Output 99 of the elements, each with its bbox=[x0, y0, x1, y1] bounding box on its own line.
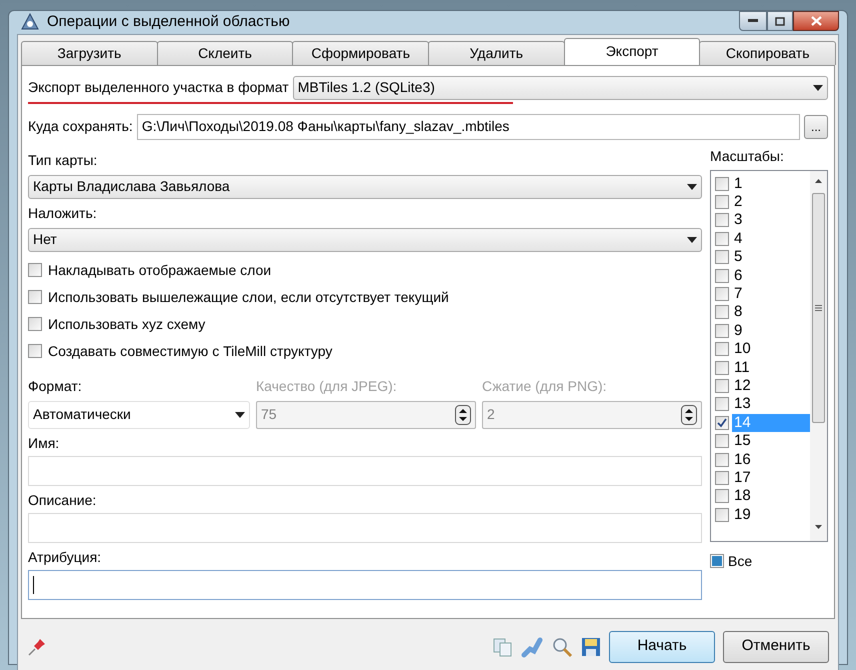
scale-item[interactable]: 3 bbox=[732, 211, 810, 230]
scale-item[interactable]: 8 bbox=[732, 303, 810, 322]
checkbox-label[interactable]: Накладывать отображаемые слои bbox=[48, 260, 272, 280]
scale-item[interactable]: 16 bbox=[732, 450, 810, 469]
checkbox[interactable] bbox=[28, 290, 42, 304]
checkbox[interactable] bbox=[715, 452, 729, 467]
dropdown-arrow-icon bbox=[687, 184, 697, 190]
checkbox-label[interactable]: Создавать совместимую с TileMill структуру bbox=[48, 340, 332, 362]
spinner-icon[interactable] bbox=[455, 404, 471, 424]
format-dropdown[interactable]: MBTiles 1.2 (SQLite3) bbox=[292, 76, 828, 100]
scale-item[interactable]: 4 bbox=[732, 230, 810, 248]
dialog-button[interactable]: Начать bbox=[609, 630, 715, 662]
checkbox[interactable] bbox=[715, 342, 729, 356]
field-label: Масштабы: bbox=[710, 146, 785, 166]
scale-item[interactable]: 1 bbox=[732, 174, 810, 193]
scroll-up-icon bbox=[815, 178, 822, 182]
window-title: Операции с выделенной областью bbox=[47, 12, 290, 32]
close-icon bbox=[810, 16, 822, 26]
map-type-dropdown[interactable]: Карты Владислава Завьялова bbox=[28, 174, 702, 198]
scale-item[interactable]: 15 bbox=[732, 432, 810, 450]
text-field[interactable] bbox=[28, 570, 702, 600]
scale-item[interactable]: 9 bbox=[732, 322, 810, 340]
tab[interactable]: Сформировать bbox=[292, 40, 430, 64]
dialog-button[interactable]: Отменить bbox=[723, 630, 829, 662]
checkbox[interactable] bbox=[715, 378, 729, 393]
close-button[interactable] bbox=[793, 11, 839, 31]
field-label: Наложить: bbox=[28, 204, 98, 222]
tab[interactable]: Скопировать bbox=[699, 40, 836, 64]
tab[interactable]: Экспорт bbox=[564, 38, 700, 64]
field-label: Тип карты: bbox=[28, 150, 98, 170]
checkbox[interactable] bbox=[715, 287, 729, 302]
checkbox[interactable] bbox=[28, 263, 42, 277]
scale-item[interactable]: 5 bbox=[732, 248, 810, 266]
overlay-dropdown[interactable]: Нет bbox=[28, 228, 702, 252]
text-field[interactable] bbox=[28, 512, 702, 542]
scale-item[interactable]: 2 bbox=[732, 193, 810, 212]
minimize-button[interactable] bbox=[739, 11, 767, 31]
minimize-icon bbox=[748, 19, 758, 23]
tab[interactable]: Загрузить bbox=[21, 40, 158, 64]
pin-icon[interactable] bbox=[27, 636, 47, 656]
checkbox[interactable] bbox=[715, 489, 729, 504]
field-label: Формат: bbox=[28, 376, 83, 396]
field-label: Экспорт выделенного участка в формат bbox=[28, 78, 289, 97]
scale-item[interactable]: 12 bbox=[732, 376, 810, 395]
dropdown-arrow-icon bbox=[687, 236, 697, 242]
checkbox[interactable] bbox=[715, 232, 729, 246]
checkbox[interactable] bbox=[710, 554, 724, 568]
field-label: Атрибуция: bbox=[28, 548, 102, 567]
format-type-dropdown[interactable]: Автоматически bbox=[28, 400, 250, 428]
field-label: Описание: bbox=[28, 490, 98, 510]
path-field[interactable]: G:\Лич\Походы\2019.08 Фаны\карты\fany_slazav_.mbtiles bbox=[136, 114, 800, 140]
scale-item[interactable]: 17 bbox=[732, 468, 810, 487]
scale-item[interactable]: 19 bbox=[732, 506, 810, 524]
tab[interactable]: Склеить bbox=[156, 40, 294, 64]
checkbox[interactable] bbox=[715, 176, 729, 191]
dropdown-arrow-icon bbox=[813, 84, 823, 90]
maximize-button[interactable] bbox=[767, 11, 793, 31]
scroll-thumb[interactable] bbox=[812, 192, 825, 422]
checkbox[interactable] bbox=[715, 324, 729, 338]
route-icon[interactable] bbox=[521, 636, 543, 658]
checkbox-label[interactable]: Использовать xyz схему bbox=[48, 314, 206, 334]
checkbox[interactable] bbox=[715, 305, 729, 320]
field-label: Качество (для JPEG): bbox=[256, 376, 398, 396]
checkbox-label[interactable]: Все bbox=[728, 550, 752, 572]
checkbox[interactable] bbox=[715, 360, 729, 375]
checkbox[interactable] bbox=[715, 470, 729, 485]
checkbox[interactable] bbox=[715, 250, 729, 264]
scale-item[interactable]: 11 bbox=[732, 358, 810, 377]
checkbox[interactable] bbox=[715, 213, 729, 228]
scroll-down-icon bbox=[815, 524, 822, 528]
checkbox[interactable] bbox=[28, 317, 42, 331]
checkbox[interactable] bbox=[715, 508, 729, 522]
tab[interactable]: Удалить bbox=[428, 40, 565, 64]
checkbox[interactable] bbox=[28, 344, 42, 358]
field-label: Куда сохранять: bbox=[28, 117, 133, 136]
scale-item[interactable]: 6 bbox=[732, 266, 810, 285]
scale-item[interactable]: 18 bbox=[732, 487, 810, 506]
checkbox[interactable] bbox=[715, 397, 729, 412]
checkbox[interactable] bbox=[715, 434, 729, 448]
copy-icon[interactable] bbox=[493, 636, 513, 656]
save-icon[interactable] bbox=[581, 636, 601, 656]
zoom-icon[interactable] bbox=[551, 636, 573, 658]
field-label: Сжатие (для PNG): bbox=[482, 376, 608, 396]
checkbox[interactable] bbox=[715, 416, 729, 430]
scale-item[interactable]: 7 bbox=[732, 285, 810, 304]
dropdown-arrow-icon bbox=[235, 412, 245, 418]
checkbox-label[interactable]: Использовать вышележащие слои, если отсутствует текущий bbox=[48, 286, 449, 308]
checkbox[interactable] bbox=[715, 268, 729, 283]
text-field[interactable] bbox=[28, 456, 702, 486]
field-label: Имя: bbox=[28, 434, 60, 452]
scale-item[interactable]: 13 bbox=[732, 395, 810, 414]
scale-item[interactable]: 10 bbox=[732, 340, 810, 358]
app-icon bbox=[21, 13, 39, 32]
browse-button[interactable]: ... bbox=[804, 114, 828, 138]
checkbox[interactable] bbox=[715, 195, 729, 210]
scrollbar[interactable] bbox=[810, 170, 827, 540]
spinner-icon[interactable] bbox=[681, 404, 697, 424]
maximize-icon bbox=[775, 16, 785, 26]
text-cursor bbox=[33, 576, 34, 594]
